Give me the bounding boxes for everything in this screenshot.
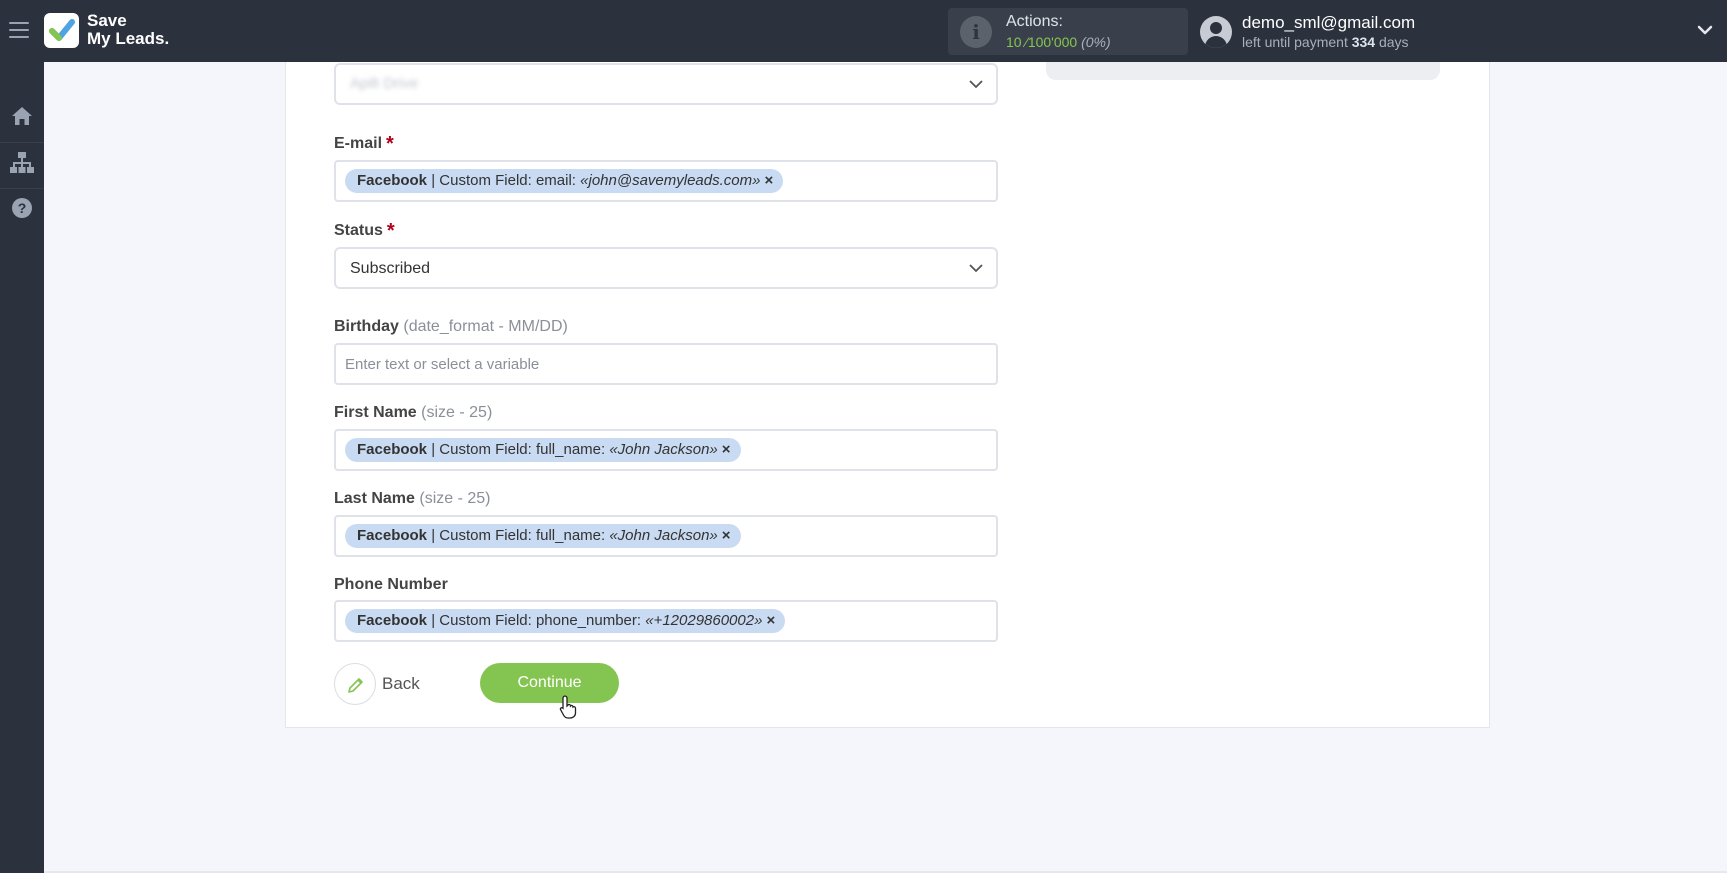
actions-label: Actions: [1006, 13, 1063, 30]
remove-tag-icon[interactable]: × [764, 172, 773, 189]
tag-value: «John Jackson» [609, 441, 718, 458]
first-name-label: First Name (size - 25) [334, 404, 492, 422]
required-marker: * [386, 133, 394, 155]
logo-icon [44, 13, 79, 48]
email-field[interactable]: Facebook | Custom Field: email: «john@sa… [334, 160, 998, 202]
svg-text:?: ? [18, 200, 27, 216]
chevron-down-icon[interactable] [1697, 24, 1713, 36]
continue-button[interactable]: Continue [480, 663, 619, 703]
actions-used: 10 [1006, 34, 1022, 50]
sidebar-divider [0, 142, 44, 143]
email-label-text: E-mail [334, 135, 383, 152]
info-icon: i [960, 16, 992, 48]
status-label-text: Status [334, 222, 383, 239]
birthday-label: Birthday (date_format - MM/DD) [334, 318, 568, 336]
tag-value: «+12029860002» [645, 612, 763, 629]
remove-tag-icon[interactable]: × [766, 612, 775, 629]
chevron-down-icon [969, 264, 983, 273]
tag-text: | Custom Field: full_name: [427, 441, 610, 458]
pencil-icon[interactable] [334, 663, 376, 705]
last-name-field[interactable]: Facebook | Custom Field: full_name: «Joh… [334, 515, 998, 557]
birthday-label-text: Birthday [334, 318, 399, 335]
chevron-down-icon [969, 80, 983, 89]
first-name-field[interactable]: Facebook | Custom Field: full_name: «Joh… [334, 429, 998, 471]
actions-value: 10 ⁄100'000 (0%) [1006, 34, 1111, 50]
email-label: E-mail * [334, 133, 394, 156]
tag-value: «John Jackson» [609, 527, 718, 544]
actions-total: 100'000 [1027, 34, 1078, 50]
payment-days: 334 [1351, 34, 1376, 50]
payment-prefix: left until payment [1242, 34, 1348, 50]
logo-line-2: My Leads. [87, 29, 170, 48]
hand-cursor-icon [559, 695, 577, 719]
tag-source: Facebook [357, 612, 428, 629]
status-label: Status * [334, 220, 395, 243]
actions-counter: i Actions: 10 ⁄100'000 (0%) [948, 8, 1188, 55]
first-name-hint: (size - 25) [421, 404, 493, 421]
actions-percent: (0%) [1081, 34, 1111, 50]
last-name-label: Last Name (size - 25) [334, 490, 491, 508]
payment-suffix: days [1378, 34, 1409, 50]
menu-icon[interactable] [9, 22, 29, 38]
remove-tag-icon[interactable]: × [722, 441, 731, 458]
tag-source: Facebook [357, 441, 428, 458]
variable-tag[interactable]: Facebook | Custom Field: phone_number: «… [345, 609, 786, 633]
phone-field[interactable]: Facebook | Custom Field: phone_number: «… [334, 600, 998, 642]
sidebar-divider [0, 188, 44, 189]
tag-value: «john@savemyleads.com» [580, 172, 761, 189]
status-value: Subscribed [350, 260, 431, 277]
back-label[interactable]: Back [382, 674, 420, 694]
status-select[interactable]: Subscribed [334, 247, 998, 289]
first-name-label-text: First Name [334, 404, 417, 421]
tag-text: | Custom Field: full_name: [427, 527, 610, 544]
variable-tag[interactable]: Facebook | Custom Field: full_name: «Joh… [345, 438, 741, 462]
avatar-icon[interactable] [1200, 16, 1232, 48]
tag-text: | Custom Field: phone_number: [427, 612, 646, 629]
logo-text[interactable]: Save My Leads. [87, 12, 169, 48]
help-icon[interactable]: ? [6, 192, 38, 224]
logo-line-1: Save [87, 11, 127, 30]
home-icon[interactable] [6, 100, 38, 132]
variable-tag[interactable]: Facebook | Custom Field: full_name: «Joh… [345, 524, 741, 548]
top-select-value: Apilt Drive [350, 75, 419, 92]
top-select[interactable]: Apilt Drive [334, 63, 998, 105]
required-marker: * [386, 220, 395, 242]
user-email[interactable]: demo_sml@gmail.com [1242, 13, 1415, 33]
variable-tag[interactable]: Facebook | Custom Field: email: «john@sa… [345, 169, 784, 193]
top-bar: Save My Leads. i Actions: 10 ⁄100'000 (0… [0, 0, 1727, 62]
tag-text: | Custom Field: email: [427, 172, 581, 189]
tag-source: Facebook [357, 172, 428, 189]
remove-tag-icon[interactable]: × [722, 527, 731, 544]
tag-source: Facebook [357, 527, 428, 544]
last-name-hint: (size - 25) [419, 490, 491, 507]
payment-status: left until payment 334 days [1242, 34, 1409, 50]
birthday-hint: (date_format - MM/DD) [403, 318, 568, 335]
sitemap-icon[interactable] [6, 146, 38, 178]
birthday-placeholder: Enter text or select a variable [345, 356, 540, 373]
right-panel [1046, 62, 1440, 80]
last-name-label-text: Last Name [334, 490, 415, 507]
phone-label-text: Phone Number [334, 576, 448, 593]
sidebar: ? [0, 62, 44, 873]
phone-label: Phone Number [334, 576, 448, 594]
birthday-field[interactable]: Enter text or select a variable [334, 343, 998, 385]
